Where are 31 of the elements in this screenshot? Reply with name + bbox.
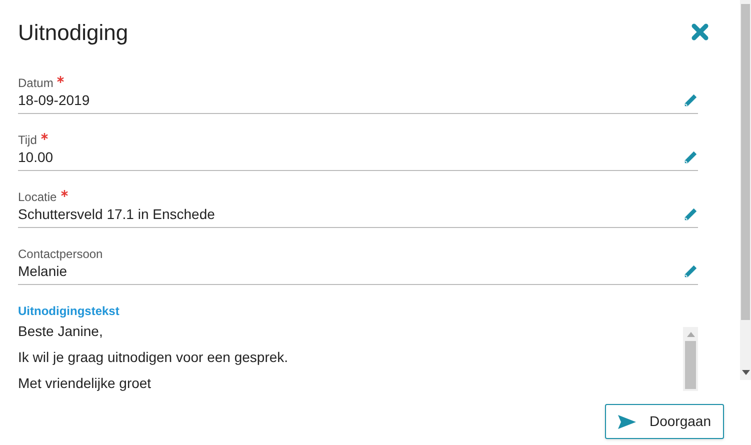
message-line: Ik wil je graag uitnodigen voor een gesprek. bbox=[18, 349, 290, 366]
message-textarea[interactable]: Beste Janine, Ik wil je graag uitnodigen voor een gesprek. Met vriendelijke groet bbox=[18, 323, 683, 395]
message-label: Uitnodigingstekst bbox=[18, 303, 120, 320]
field-value: 10.00 bbox=[18, 148, 54, 166]
field-value: Melanie bbox=[18, 262, 68, 280]
field-label: Contactpersoon bbox=[18, 246, 103, 262]
scrollbar[interactable] bbox=[683, 327, 698, 391]
dialog-title: Uitnodiging bbox=[18, 18, 128, 47]
field-label: Locatie bbox=[18, 188, 57, 206]
page-scrollbar[interactable] bbox=[740, 0, 751, 380]
pencil-icon[interactable] bbox=[683, 206, 698, 222]
scroll-down-icon[interactable] bbox=[742, 370, 750, 376]
page-scroll-thumb[interactable] bbox=[741, 4, 750, 320]
send-icon bbox=[618, 414, 636, 428]
text-field[interactable]: Locatie Schuttersveld 17.1 in Enschede bbox=[18, 188, 698, 228]
pencil-icon[interactable] bbox=[683, 150, 698, 164]
message-line: Met vriendelijke groet bbox=[18, 375, 152, 392]
close-icon[interactable] bbox=[691, 23, 709, 41]
text-field[interactable]: Tijd 10.00 bbox=[18, 131, 698, 171]
pencil-icon[interactable] bbox=[683, 92, 698, 108]
field-value: Schuttersveld 17.1 in Enschede bbox=[18, 204, 215, 224]
pencil-icon[interactable] bbox=[683, 264, 698, 278]
continue-button[interactable]: Doorgaan bbox=[604, 404, 724, 439]
field-label: Tijd bbox=[18, 132, 37, 148]
field-value: 18-09-2019 bbox=[18, 90, 90, 110]
field-label: Datum bbox=[18, 74, 54, 92]
scroll-up-icon[interactable] bbox=[686, 331, 694, 337]
scroll-thumb[interactable] bbox=[685, 341, 696, 389]
message-line: Beste Janine, bbox=[18, 323, 104, 340]
text-field[interactable]: Contactpersoon Melanie bbox=[18, 245, 698, 285]
text-field[interactable]: Datum 18-09-2019 bbox=[18, 74, 698, 114]
